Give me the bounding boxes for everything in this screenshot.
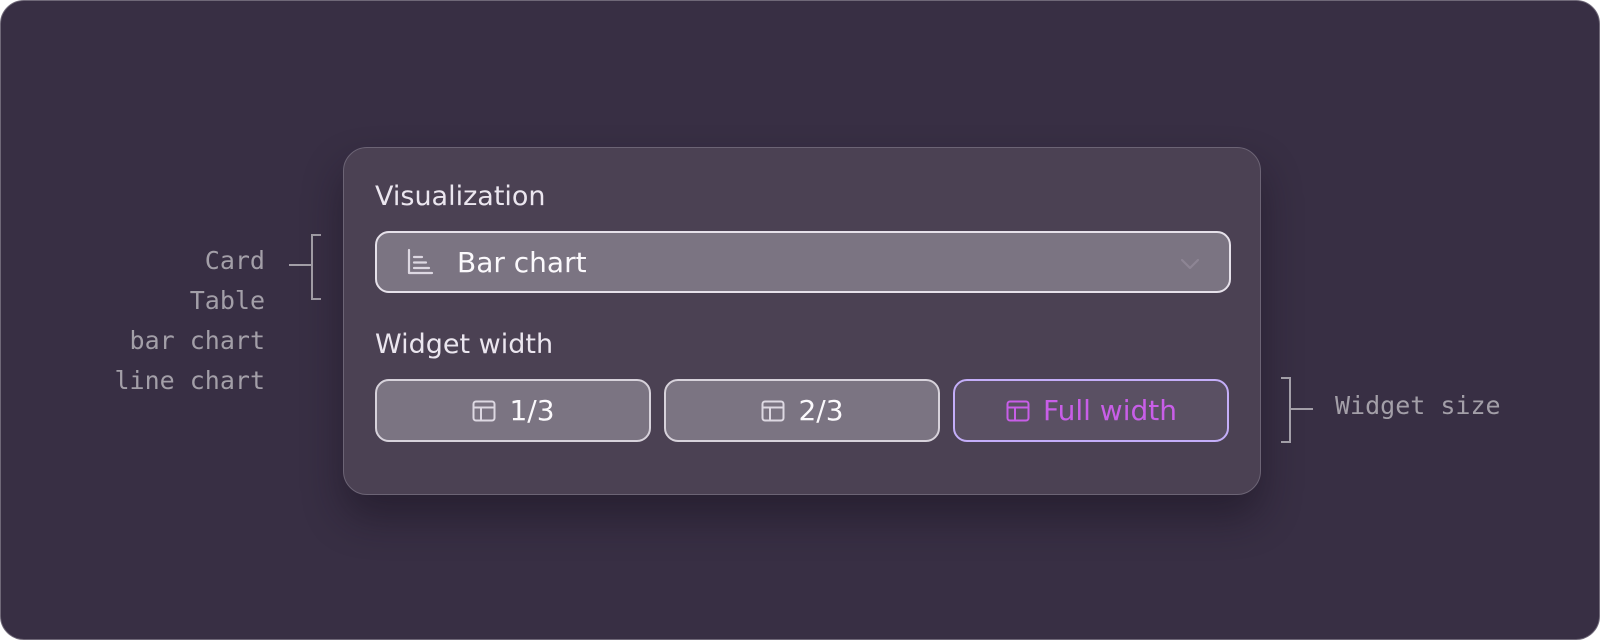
right-bracket-tick [1291, 408, 1313, 410]
visualization-select[interactable]: Bar chart [375, 231, 1231, 293]
widget-width-label: Widget width [375, 329, 554, 360]
canvas-frame: Card Table bar chart line chart Visualiz… [0, 0, 1600, 640]
visualization-select-value: Bar chart [457, 245, 587, 279]
left-bracket-tick [289, 264, 311, 266]
left-bracket [311, 234, 321, 300]
visualization-options-annotation: Card Table bar chart line chart [114, 241, 265, 401]
layout-icon [760, 398, 786, 424]
width-one-third-label: 1/3 [509, 394, 555, 427]
bar-chart-icon [405, 247, 435, 277]
widget-settings-panel: Visualization Bar chart Widget width 1/3… [343, 147, 1261, 495]
option-table: Table [189, 286, 265, 315]
option-line-chart: line chart [114, 366, 265, 395]
right-bracket [1281, 377, 1291, 443]
visualization-label: Visualization [375, 181, 546, 212]
width-one-third-button[interactable]: 1/3 [375, 379, 651, 442]
width-full-button[interactable]: Full width [953, 379, 1229, 442]
width-two-thirds-label: 2/3 [798, 394, 844, 427]
layout-icon [471, 398, 497, 424]
chevron-down-icon[interactable] [1177, 250, 1203, 276]
layout-icon [1005, 398, 1031, 424]
option-bar-chart: bar chart [129, 326, 265, 355]
width-full-label: Full width [1043, 394, 1177, 427]
option-card: Card [204, 246, 265, 275]
width-two-thirds-button[interactable]: 2/3 [664, 379, 940, 442]
widget-size-annotation: Widget size [1335, 391, 1501, 420]
